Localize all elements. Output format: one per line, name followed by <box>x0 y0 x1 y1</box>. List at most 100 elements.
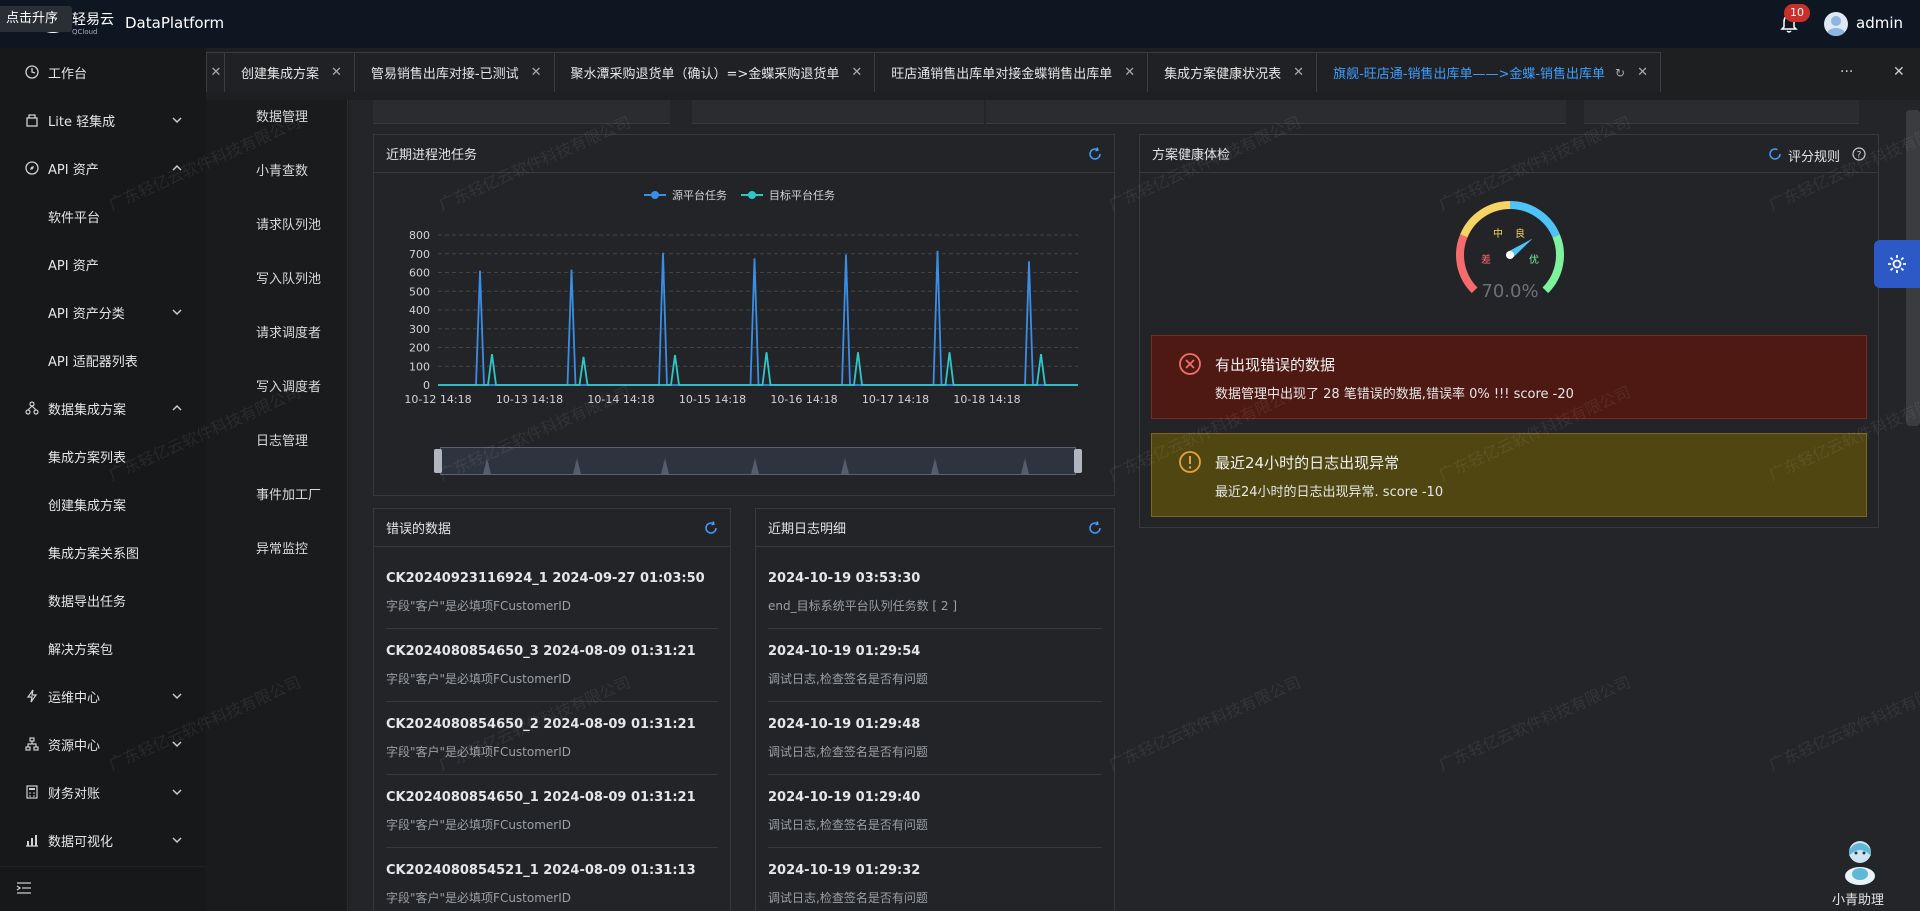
sidebar-item-api-asset[interactable]: API 资产 <box>0 240 206 288</box>
close-icon[interactable]: ✕ <box>531 65 542 80</box>
list-item-desc: 字段"客户"是必填项FCustomerID <box>386 745 572 759</box>
card-header: 错误的数据 <box>374 509 730 547</box>
list-item[interactable]: CK20240923116924_1 2024-09-27 01:03:50 字… <box>386 557 718 629</box>
refresh-icon[interactable] <box>704 521 718 535</box>
avatar[interactable] <box>1824 12 1848 36</box>
alert-warning: 最近24小时的日志出现异常 最近24小时的日志出现异常. score -10 <box>1151 433 1867 517</box>
x-tick-label: 10-16 14:18 <box>770 393 837 406</box>
sidebar-item-create-integration[interactable]: 创建集成方案 <box>0 480 206 528</box>
chevron-down-icon <box>172 309 182 316</box>
sidebar-item-label: 软件平台 <box>48 210 101 226</box>
process-pool-card: 近期进程池任务 源平台任务 目标平台任务 0 100 200 300 400 500 600… <box>373 134 1115 496</box>
x-tick-label: 10-17 14:18 <box>862 393 929 406</box>
close-icon[interactable]: ✕ <box>1637 65 1648 80</box>
sidebar-item-workbench[interactable]: 工作台 <box>0 48 206 96</box>
tab-more-button[interactable]: ··· <box>1840 64 1853 80</box>
collapse-menu-icon[interactable] <box>16 881 32 895</box>
refresh-icon[interactable] <box>1088 147 1102 161</box>
refresh-icon[interactable] <box>1768 147 1782 161</box>
list-item-title: 2024-10-19 01:29:48 <box>768 717 921 732</box>
list-item[interactable]: CK2024080854650_1 2024-08-09 01:31:21 字段… <box>386 776 718 848</box>
submenu-item-log-management[interactable]: 日志管理 <box>256 430 308 449</box>
close-icon[interactable]: ✕ <box>1124 65 1135 80</box>
close-icon[interactable]: ✕ <box>1293 65 1304 80</box>
list-item-desc: 调试日志,检查签名是否有问题 <box>768 891 928 905</box>
y-tick-label: 200 <box>409 342 430 355</box>
refresh-icon[interactable] <box>1088 521 1102 535</box>
sidebar-item-integration-graph[interactable]: 集成方案关系图 <box>0 528 206 576</box>
sidebar-item-api-adapter-list[interactable]: API 适配器列表 <box>0 336 206 384</box>
tab-label: 旺店通销售出库单对接金蝶销售出库单 <box>891 67 1113 82</box>
tab-wangdiantong-sales[interactable]: 旺店通销售出库单对接金蝶销售出库单 ✕ <box>874 52 1149 92</box>
tab-guanyi-sales[interactable]: 管易销售出库对接-已测试 ✕ <box>353 52 555 92</box>
submenu-item-request-scheduler[interactable]: 请求调度者 <box>256 322 321 341</box>
assistant-label[interactable]: 小青助理 <box>1832 889 1884 908</box>
submenu-item-event-factory[interactable]: 事件加工厂 <box>256 484 321 503</box>
sidebar-item-integration-list[interactable]: 集成方案列表 <box>0 432 206 480</box>
gauge-label-excellent: 优 <box>1529 253 1539 266</box>
top-bar: 轻易云 QCloud 点击升序 DataPlatform 10 admin <box>0 0 1920 48</box>
sidebar-item-data-visualization[interactable]: 数据可视化 <box>0 816 206 864</box>
slider-handle-left[interactable] <box>434 449 442 473</box>
chart-legend: 源平台任务 目标平台任务 <box>644 187 835 203</box>
list-item[interactable]: 2024-10-19 01:29:32 调试日志,检查签名是否有问题 <box>768 849 1102 911</box>
list-item[interactable]: 2024-10-19 01:29:54 调试日志,检查签名是否有问题 <box>768 630 1102 702</box>
list-item[interactable]: CK2024080854650_2 2024-08-09 01:31:21 字段… <box>386 703 718 775</box>
submenu-item-data-management[interactable]: 数据管理 <box>256 106 308 125</box>
tab-create-integration[interactable]: 创建集成方案 ✕ <box>224 52 355 92</box>
list-item[interactable]: 2024-10-19 01:29:40 调试日志,检查签名是否有问题 <box>768 776 1102 848</box>
tab-health-report[interactable]: 集成方案健康状况表 ✕ <box>1147 52 1318 92</box>
tab-close-partial[interactable]: ✕ <box>206 52 226 92</box>
sidebar-item-solution-package[interactable]: 解决方案包 <box>0 624 206 672</box>
sidebar-item-data-integration[interactable]: 数据集成方案 <box>0 384 206 432</box>
slider-handle-right[interactable] <box>1074 449 1082 473</box>
chevron-down-icon <box>172 117 182 124</box>
list-item[interactable]: 2024-10-19 03:53:30 end_目标系统平台队列任务数 [ 2 … <box>768 557 1102 629</box>
list-item[interactable]: 2024-10-19 01:29:48 调试日志,检查签名是否有问题 <box>768 703 1102 775</box>
sidebar-item-resource-center[interactable]: 资源中心 <box>0 720 206 768</box>
tab-flagship-active[interactable]: 旗舰-旺店通-销售出库单——>金蝶-销售出库单 ↻ ✕ <box>1316 52 1662 92</box>
error-data-card: 错误的数据 CK20240923116924_1 2024-09-27 01:0… <box>373 508 731 911</box>
username[interactable]: admin <box>1856 14 1903 32</box>
submenu-item-exception-monitor[interactable]: 异常监控 <box>256 538 308 557</box>
sidebar-item-api-asset-category[interactable]: API 资产分类 <box>0 288 206 336</box>
card-title: 近期日志明细 <box>768 522 847 537</box>
card-title: 错误的数据 <box>386 522 452 537</box>
close-icon[interactable]: ✕ <box>331 65 342 80</box>
list-item-title: CK2024080854521_1 2024-08-09 01:31:13 <box>386 863 696 878</box>
list-item-desc: 字段"客户"是必填项FCustomerID <box>386 818 572 832</box>
sidebar-item-lite[interactable]: Lite 轻集成 <box>0 96 206 144</box>
upgrade-button[interactable]: 点击升序 <box>0 6 72 32</box>
sidebar-item-api-assets[interactable]: API 资产 <box>0 144 206 192</box>
sidebar-item-export-task[interactable]: 数据导出任务 <box>0 576 206 624</box>
submenu-item-request-queue[interactable]: 请求队列池 <box>256 214 321 233</box>
list-item[interactable]: CK2024080854650_3 2024-08-09 01:31:21 字段… <box>386 630 718 702</box>
close-all-icon[interactable]: ✕ <box>1893 64 1905 80</box>
close-icon[interactable]: ✕ <box>851 65 862 80</box>
tab-jushuitan-return[interactable]: 聚水潭采购退货单（确认）=>金蝶采购退货单 ✕ <box>553 52 876 92</box>
list-item[interactable]: CK2024080854521_1 2024-08-09 01:31:13 字段… <box>386 849 718 911</box>
card-title: 方案健康体检 <box>1152 148 1231 163</box>
list-item-desc: 调试日志,检查签名是否有问题 <box>768 672 928 686</box>
sidebar-item-label: 运维中心 <box>48 690 101 706</box>
submenu-item-query[interactable]: 小青查数 <box>256 160 308 179</box>
help-icon[interactable]: ? <box>1852 147 1866 161</box>
sidebar-item-label: Lite 轻集成 <box>48 114 116 130</box>
sidebar-item-ops-center[interactable]: 运维中心 <box>0 672 206 720</box>
sidebar-item-finance[interactable]: 财务对账 <box>0 768 206 816</box>
bolt-icon <box>25 689 39 703</box>
list-item-desc: 调试日志,检查签名是否有问题 <box>768 818 928 832</box>
gauge-value: 70.0% <box>1481 281 1538 302</box>
submenu-item-write-queue[interactable]: 写入队列池 <box>256 268 321 287</box>
x-tick-label: 10-15 14:18 <box>679 393 746 406</box>
data-zoom-slider[interactable] <box>440 447 1077 475</box>
submenu-item-write-scheduler[interactable]: 写入调度者 <box>256 376 321 395</box>
refresh-icon[interactable]: ↻ <box>1615 66 1625 80</box>
legend-swatch-source <box>644 191 666 199</box>
card-header: 近期日志明细 <box>756 509 1114 547</box>
y-tick-label: 700 <box>409 248 430 261</box>
scoring-rules-link[interactable]: 评分规则 <box>1788 146 1840 165</box>
assistant-avatar-icon[interactable] <box>1830 836 1890 886</box>
settings-float-button[interactable] <box>1874 240 1920 288</box>
sidebar-item-software-platform[interactable]: 软件平台 <box>0 192 206 240</box>
